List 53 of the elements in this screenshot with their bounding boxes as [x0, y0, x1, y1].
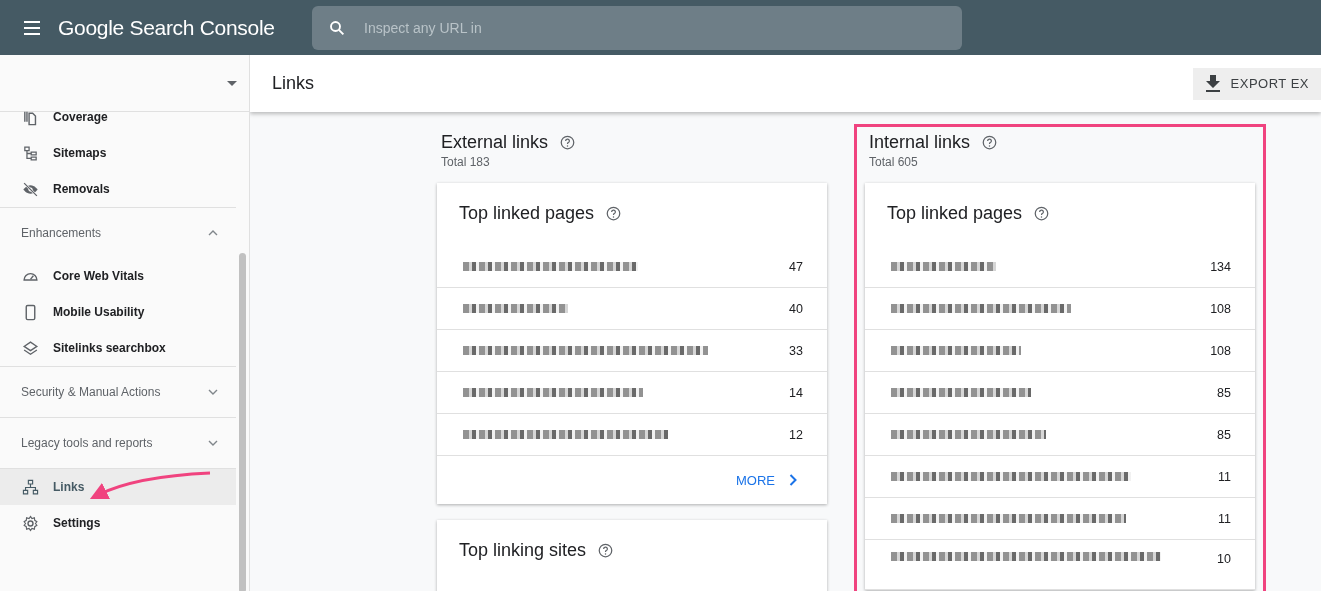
sidebar-item[interactable]: Settings [0, 505, 236, 541]
link-count: 11 [1218, 511, 1231, 526]
sidebar-item[interactable]: Coverage [0, 99, 236, 135]
link-count: 108 [1210, 301, 1231, 316]
link-count: 85 [1217, 427, 1231, 442]
total-count: Total 183 [440, 155, 491, 169]
total-count: Total 605 [868, 155, 919, 169]
link-count: 47 [789, 259, 803, 274]
chevron-up-icon [208, 230, 218, 236]
sidebar-item[interactable]: Sitelinks searchbox [0, 330, 236, 366]
help-icon[interactable] [598, 543, 614, 558]
help-icon[interactable] [1034, 206, 1050, 221]
section-title: External links [441, 132, 549, 153]
link-count: 12 [789, 427, 803, 442]
link-count: 14 [789, 385, 803, 400]
layers-icon [22, 339, 39, 357]
card-title: Top linking sites [459, 540, 587, 561]
links-icon [22, 478, 39, 496]
sidebar-item[interactable]: Sitemaps [0, 135, 236, 171]
link-count: 40 [789, 301, 803, 316]
search-icon [328, 18, 346, 37]
page-title: Links [272, 73, 315, 94]
card-title: Top linked pages [459, 203, 595, 224]
sidebar-item[interactable]: Links [0, 469, 236, 505]
link-count: 108 [1210, 343, 1231, 358]
scrollbar[interactable] [239, 253, 246, 591]
sidebar-item[interactable]: Core Web Vitals [0, 258, 236, 294]
link-count: 10 [1217, 552, 1231, 566]
chevron-down-icon [208, 389, 218, 395]
dropdown-caret-icon [227, 80, 237, 86]
sitemap-icon [22, 144, 39, 162]
section-header[interactable]: Enhancements [0, 207, 236, 258]
card-title: Top linked pages [887, 203, 1023, 224]
section-header[interactable]: Security & Manual Actions [0, 366, 236, 417]
help-icon[interactable] [982, 135, 998, 150]
search-field[interactable]: Inspect any URL in [312, 5, 962, 50]
app-title: Google Search Console [58, 15, 276, 40]
download-icon [1204, 74, 1221, 93]
chevron-down-icon [208, 440, 218, 446]
export-button[interactable]: EXPORT EX [1192, 67, 1321, 100]
gear-icon [22, 514, 39, 532]
more-button[interactable]: MORE [732, 468, 801, 492]
help-icon[interactable] [560, 135, 576, 150]
link-count: 33 [789, 343, 803, 358]
help-icon[interactable] [606, 206, 622, 221]
chevron-right-icon [789, 474, 797, 486]
eye-off-icon [22, 180, 39, 198]
link-count: 11 [1218, 469, 1231, 484]
sidebar-item[interactable]: Mobile Usability [0, 294, 236, 330]
section-title: Internal links [869, 132, 971, 153]
sidebar-item[interactable]: Removals [0, 171, 236, 207]
link-count: 85 [1217, 385, 1231, 400]
link-count: 134 [1210, 259, 1231, 274]
